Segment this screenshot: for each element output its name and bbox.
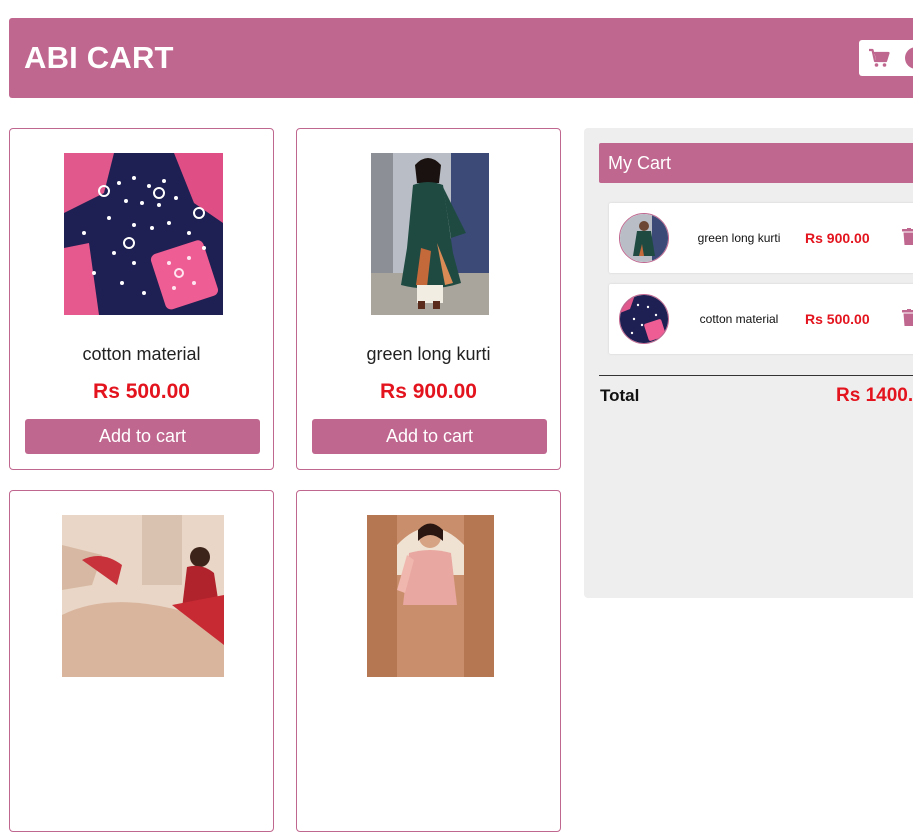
- product-price: Rs 500.00: [93, 380, 190, 403]
- peach-suit-photo: [367, 515, 494, 677]
- cart-count-badge: [905, 47, 913, 69]
- cart-item-price: Rs 500.00: [805, 311, 870, 327]
- shopping-cart-icon: [869, 48, 890, 67]
- cart-button[interactable]: [859, 40, 913, 76]
- cart-item-thumbnail: [619, 294, 669, 344]
- fabric-thumb: [620, 295, 668, 343]
- trash-icon[interactable]: [902, 228, 913, 245]
- cart-item-price: Rs 900.00: [805, 230, 870, 246]
- product-price: Rs 900.00: [380, 380, 477, 403]
- product-image: [367, 515, 494, 677]
- product-image: [371, 153, 489, 315]
- add-to-cart-button[interactable]: Add to cart: [25, 419, 260, 454]
- cart-item-name: green long kurti: [697, 231, 781, 245]
- trash-icon[interactable]: [902, 309, 913, 326]
- product-card: [296, 490, 561, 832]
- cart-total-label: Total: [600, 386, 640, 405]
- red-dress-photo: [62, 515, 224, 677]
- kurti-photo: [371, 153, 489, 315]
- brand-title: ABI CART: [24, 40, 174, 75]
- cart-item: cotton material Rs 500.00: [609, 284, 913, 354]
- app-header: ABI CART: [9, 18, 913, 98]
- product-image: [64, 153, 223, 315]
- product-card: cotton material Rs 500.00 Add to cart: [9, 128, 274, 470]
- product-name: cotton material: [82, 344, 201, 364]
- product-image: [62, 515, 224, 677]
- product-card: green long kurti Rs 900.00 Add to cart: [296, 128, 561, 470]
- add-to-cart-button[interactable]: Add to cart: [312, 419, 547, 454]
- product-card: [9, 490, 274, 832]
- cart-divider: [599, 375, 913, 376]
- cart-panel: My Cart green long kurti Rs 900.00 cotto…: [584, 128, 913, 598]
- cart-title: My Cart: [599, 143, 913, 183]
- cart-item-thumbnail: [619, 213, 669, 263]
- kurti-thumb: [620, 214, 668, 262]
- cart-item: green long kurti Rs 900.00: [609, 203, 913, 273]
- product-name: green long kurti: [366, 344, 491, 364]
- fabric-photo: [64, 153, 223, 315]
- cart-item-name: cotton material: [699, 312, 779, 326]
- cart-total-value: Rs 1400.00: [836, 385, 913, 406]
